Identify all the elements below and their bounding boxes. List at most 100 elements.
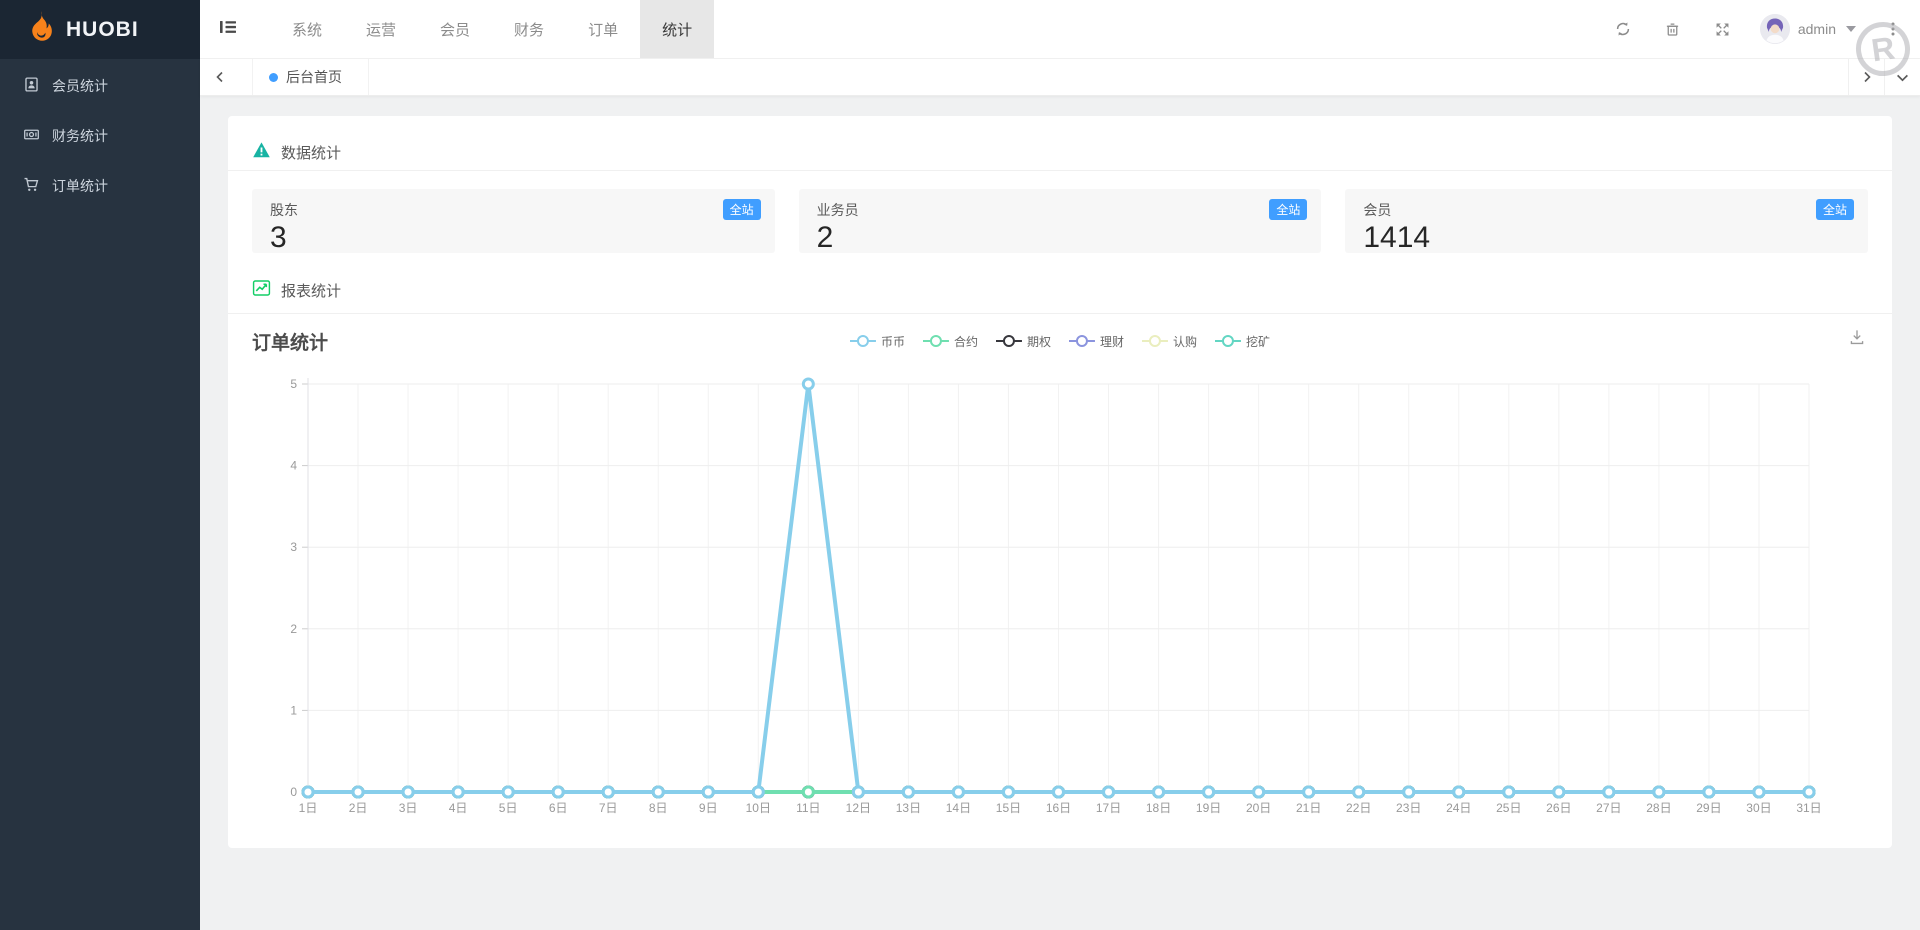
x-axis-label: 12日	[846, 801, 871, 815]
collapse-menu-icon	[218, 17, 238, 42]
user-menu[interactable]: admin	[1760, 14, 1856, 44]
topbar-actions: admin	[1610, 0, 1920, 58]
sidebar-item-member-stats[interactable]: 会员统计	[0, 61, 200, 111]
data-point	[553, 787, 563, 797]
x-axis-label: 2日	[349, 801, 368, 815]
legend-marker-icon	[850, 334, 876, 348]
legend-item-4[interactable]: 认购	[1142, 333, 1197, 350]
top-nav: 系统 运营 会员 财务 订单 统计	[270, 0, 714, 58]
data-point	[353, 787, 363, 797]
legend-item-1[interactable]: 合约	[923, 333, 978, 350]
legend-item-0[interactable]: 币币	[850, 333, 905, 350]
legend-marker-icon	[1215, 334, 1241, 348]
x-axis-label: 10日	[746, 801, 771, 815]
data-point	[1504, 787, 1514, 797]
stat-label: 业务员	[817, 200, 1304, 220]
chevron-left-icon	[214, 71, 226, 83]
legend-item-5[interactable]: 挖矿	[1215, 333, 1270, 350]
flame-logo-icon	[26, 10, 56, 49]
x-axis-label: 23日	[1396, 801, 1421, 815]
top-header: 系统 运营 会员 财务 订单 统计	[200, 0, 1920, 59]
refresh-icon	[1614, 20, 1632, 38]
divider	[228, 170, 1892, 171]
data-point	[1354, 787, 1364, 797]
stat-card-salesmen: 业务员 2 全站	[799, 189, 1322, 253]
more-options-button[interactable]	[1880, 16, 1906, 42]
x-axis-label: 26日	[1546, 801, 1571, 815]
legend-label: 理财	[1100, 333, 1124, 350]
chart-legend: 币币 合约 期权 理财 认购 挖矿	[850, 333, 1270, 350]
x-axis-label: 27日	[1596, 801, 1621, 815]
refresh-button[interactable]	[1610, 16, 1636, 42]
data-point	[1704, 787, 1714, 797]
topnav-item-finance[interactable]: 财务	[492, 0, 566, 58]
data-point	[1554, 787, 1564, 797]
sidebar-item-finance-stats[interactable]: 财务统计	[0, 111, 200, 161]
app-root: HUOBI 会员统计	[0, 0, 1920, 930]
x-axis-label: 22日	[1346, 801, 1371, 815]
clear-cache-button[interactable]	[1660, 16, 1686, 42]
x-axis-label: 31日	[1796, 801, 1821, 815]
content-area: 数据统计 股东 3 全站 业务员 2 全站 会员	[200, 96, 1920, 930]
data-point	[1054, 787, 1064, 797]
legend-marker-icon	[923, 334, 949, 348]
x-axis-label: 29日	[1696, 801, 1721, 815]
banknote-icon	[23, 126, 40, 146]
x-axis-label: 9日	[699, 801, 718, 815]
y-axis-label: 3	[290, 540, 297, 554]
legend-marker-icon	[996, 334, 1022, 348]
section-title: 报表统计	[281, 280, 341, 301]
sidebar-collapse-button[interactable]	[200, 0, 256, 58]
tabs-scroll-right-button[interactable]	[1848, 59, 1884, 95]
legend-label: 合约	[954, 333, 978, 350]
chevron-down-icon	[1896, 71, 1909, 84]
download-chart-button[interactable]	[1848, 328, 1866, 351]
sidebar-item-order-stats[interactable]: 订单统计	[0, 161, 200, 211]
sidebar-item-label: 会员统计	[52, 76, 108, 96]
topnav-item-order[interactable]: 订单	[566, 0, 640, 58]
tabs-menu-button[interactable]	[1884, 59, 1920, 95]
brand-name: HUOBI	[66, 18, 139, 42]
data-point	[1003, 787, 1013, 797]
x-axis-label: 7日	[599, 801, 618, 815]
tabbar-spacer	[369, 59, 1848, 95]
x-axis-label: 28日	[1646, 801, 1671, 815]
status-badge: 全站	[1816, 199, 1854, 220]
stat-value: 2	[817, 221, 1304, 254]
sidebar: HUOBI 会员统计	[0, 0, 200, 930]
stats-row: 股东 3 全站 业务员 2 全站 会员 1414 全站	[252, 189, 1868, 253]
status-badge: 全站	[723, 199, 761, 220]
topnav-item-statistics[interactable]: 统计	[640, 0, 714, 58]
tabs-scroll-left-button[interactable]	[200, 59, 240, 95]
data-point	[453, 787, 463, 797]
chart-header: 订单统计 币币合约期权理财认购挖矿	[252, 326, 1868, 356]
y-axis-label: 2	[290, 622, 297, 636]
tab-dashboard-home[interactable]: 后台首页	[252, 59, 369, 95]
dashboard-card: 数据统计 股东 3 全站 业务员 2 全站 会员	[228, 116, 1892, 848]
topnav-item-system[interactable]: 系统	[270, 0, 344, 58]
brand-logo[interactable]: HUOBI	[0, 0, 200, 59]
data-point	[303, 787, 313, 797]
stat-label: 会员	[1363, 200, 1850, 220]
x-axis-label: 24日	[1446, 801, 1471, 815]
x-axis-label: 11日	[796, 801, 820, 815]
x-axis-label: 20日	[1246, 801, 1271, 815]
stat-card-members: 会员 1414 全站	[1345, 189, 1868, 253]
legend-label: 期权	[1027, 333, 1051, 350]
legend-item-3[interactable]: 理财	[1069, 333, 1124, 350]
stat-value: 1414	[1363, 221, 1850, 254]
topnav-item-member[interactable]: 会员	[418, 0, 492, 58]
avatar	[1760, 14, 1790, 44]
y-axis-label: 1	[290, 703, 297, 717]
data-point	[1254, 787, 1264, 797]
x-axis-label: 3日	[399, 801, 418, 815]
legend-item-2[interactable]: 期权	[996, 333, 1051, 350]
data-point	[803, 787, 813, 797]
data-point	[1654, 787, 1664, 797]
x-axis-label: 5日	[499, 801, 518, 815]
topnav-item-operation[interactable]: 运营	[344, 0, 418, 58]
data-stats-header: 数据统计	[252, 116, 1868, 170]
stat-card-shareholders: 股东 3 全站	[252, 189, 775, 253]
fullscreen-button[interactable]	[1710, 16, 1736, 42]
data-point	[853, 787, 863, 797]
